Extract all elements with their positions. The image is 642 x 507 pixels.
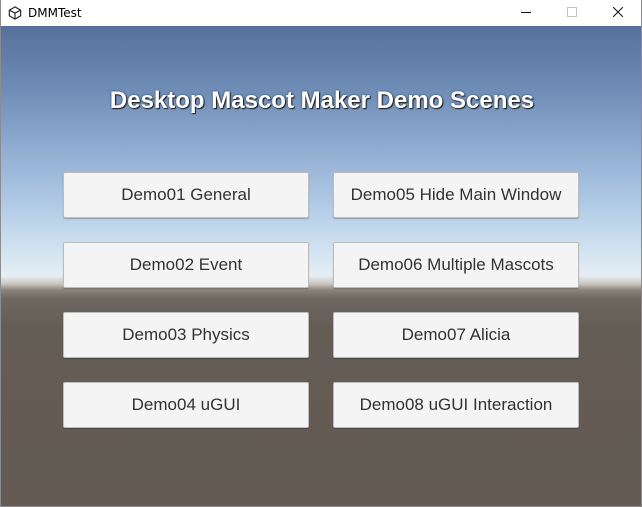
scene-title: Desktop Mascot Maker Demo Scenes [109, 87, 535, 114]
close-button[interactable] [595, 0, 641, 26]
demo06-multiple-mascots-button[interactable]: Demo06 Multiple Mascots [333, 242, 579, 288]
demo07-alicia-button[interactable]: Demo07 Alicia [333, 312, 579, 358]
app-window: DMMTest Desktop Mascot Maker Demo Scenes… [0, 0, 642, 507]
minimize-button[interactable] [503, 0, 549, 26]
window-title: DMMTest [28, 6, 82, 20]
demo03-physics-button[interactable]: Demo03 Physics [63, 312, 309, 358]
demo01-general-button[interactable]: Demo01 General [63, 172, 309, 218]
minimize-icon [521, 4, 531, 22]
demo04-ugui-button[interactable]: Demo04 uGUI [63, 382, 309, 428]
scene-view: Desktop Mascot Maker Demo Scenes Demo01 … [1, 26, 641, 506]
close-icon [612, 4, 624, 22]
maximize-icon [567, 4, 577, 22]
maximize-button[interactable] [549, 0, 595, 26]
demo05-hide-main-window-button[interactable]: Demo05 Hide Main Window [333, 172, 579, 218]
demo08-ugui-interaction-button[interactable]: Demo08 uGUI Interaction [333, 382, 579, 428]
demo02-event-button[interactable]: Demo02 Event [63, 242, 309, 288]
window-controls [503, 0, 641, 26]
title-bar[interactable]: DMMTest [1, 0, 641, 26]
unity-icon [7, 5, 23, 21]
